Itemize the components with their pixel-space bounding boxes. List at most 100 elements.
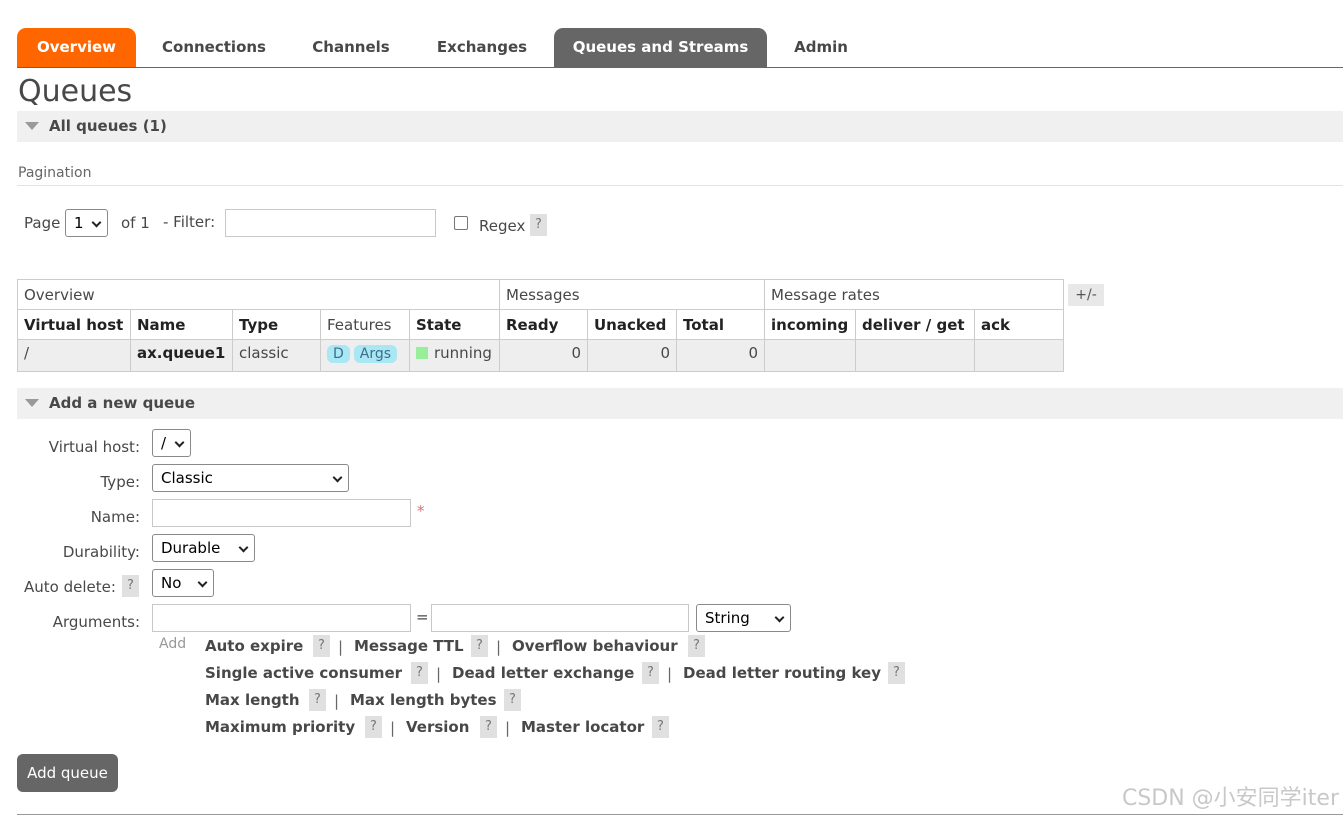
- cell-deliver-get: [855, 339, 975, 372]
- preset-auto-expire[interactable]: Auto expire: [205, 637, 303, 655]
- feature-durable-badge: D: [327, 345, 350, 363]
- separator: |: [338, 638, 344, 656]
- max-length-help-icon[interactable]: ?: [309, 689, 326, 711]
- add-label: Add: [159, 636, 187, 652]
- separator: |: [436, 665, 442, 683]
- argument-value-input[interactable]: [431, 604, 689, 632]
- virtual-host-select[interactable]: /: [152, 429, 191, 457]
- col-unacked[interactable]: Unacked: [587, 309, 677, 340]
- preset-version[interactable]: Version: [406, 718, 469, 736]
- filter-input[interactable]: [225, 209, 436, 237]
- main-nav: Overview Connections Channels Exchanges …: [17, 28, 1343, 68]
- message-ttl-help-icon[interactable]: ?: [471, 635, 488, 657]
- chevron-down-icon: [197, 577, 208, 588]
- page-title: Queues: [18, 74, 133, 109]
- group-header-overview: Overview: [17, 279, 500, 310]
- cell-incoming: [764, 339, 856, 372]
- chevron-down-icon: [174, 437, 185, 448]
- running-status-icon: [416, 347, 428, 359]
- auto-delete-label: Auto delete:: [24, 578, 116, 596]
- separator: |: [334, 692, 340, 710]
- tab-admin[interactable]: Admin: [774, 28, 868, 67]
- auto-delete-select[interactable]: No: [152, 569, 214, 597]
- collapse-triangle-icon: [25, 398, 39, 407]
- separator: |: [667, 665, 673, 683]
- queue-name-link[interactable]: ax.queue1: [130, 339, 233, 372]
- queue-type-select[interactable]: Classic: [152, 464, 349, 492]
- maximum-priority-help-icon[interactable]: ?: [365, 716, 382, 738]
- equals-sign: =: [416, 608, 429, 626]
- dead-letter-exchange-help-icon[interactable]: ?: [642, 662, 659, 684]
- durability-select-value: Durable: [161, 539, 221, 557]
- durability-select[interactable]: Durable: [152, 534, 255, 562]
- preset-dead-letter-routing-key[interactable]: Dead letter routing key: [683, 664, 881, 682]
- columns-toggle-button[interactable]: +/-: [1068, 284, 1104, 306]
- preset-single-active-consumer[interactable]: Single active consumer: [205, 664, 402, 682]
- separator: |: [390, 719, 396, 737]
- queue-name-input[interactable]: [152, 499, 411, 527]
- chevron-down-icon: [774, 612, 785, 623]
- arguments-label: Arguments:: [52, 613, 140, 631]
- tab-overview[interactable]: Overview: [17, 28, 136, 67]
- preset-max-length-bytes[interactable]: Max length bytes: [350, 691, 497, 709]
- master-locator-help-icon[interactable]: ?: [652, 716, 669, 738]
- regex-checkbox[interactable]: [454, 216, 468, 230]
- required-asterisk: *: [417, 502, 425, 520]
- dead-letter-routing-key-help-icon[interactable]: ?: [888, 662, 905, 684]
- queues-table: Overview Messages Message rates Virtual …: [17, 279, 1064, 372]
- auto-expire-help-icon[interactable]: ?: [313, 635, 330, 657]
- preset-master-locator[interactable]: Master locator: [521, 718, 644, 736]
- state-text: running: [434, 344, 492, 362]
- max-length-bytes-help-icon[interactable]: ?: [504, 689, 521, 711]
- argument-key-input[interactable]: [152, 604, 411, 632]
- col-type[interactable]: Type: [232, 309, 321, 340]
- separator: |: [496, 638, 502, 656]
- tab-queues-and-streams[interactable]: Queues and Streams: [554, 28, 767, 67]
- version-help-icon[interactable]: ?: [480, 716, 497, 738]
- col-name[interactable]: Name: [130, 309, 233, 340]
- table-row: / ax.queue1 classic D Args running 0 0 0: [17, 339, 1064, 372]
- filter-label: - Filter:: [163, 213, 216, 231]
- argument-type-select[interactable]: String: [696, 604, 791, 632]
- cell-type: classic: [232, 339, 321, 372]
- chevron-down-icon: [238, 542, 249, 553]
- tab-channels[interactable]: Channels: [293, 28, 409, 67]
- auto-delete-help-icon[interactable]: ?: [122, 575, 139, 597]
- col-total[interactable]: Total: [676, 309, 765, 340]
- cell-ack: [974, 339, 1064, 372]
- preset-overflow-behaviour[interactable]: Overflow behaviour: [512, 637, 678, 655]
- preset-dead-letter-exchange[interactable]: Dead letter exchange: [452, 664, 634, 682]
- col-ready[interactable]: Ready: [499, 309, 588, 340]
- chevron-down-icon: [332, 472, 343, 483]
- cell-state: running: [409, 339, 500, 372]
- queue-type-select-value: Classic: [161, 469, 213, 487]
- page-select[interactable]: 1: [65, 209, 108, 237]
- cell-ready: 0: [499, 339, 588, 372]
- add-queue-heading: Add a new queue: [49, 394, 196, 412]
- page-select-value: 1: [74, 214, 84, 232]
- col-ack[interactable]: ack: [974, 309, 1064, 340]
- group-header-message-rates: Message rates: [764, 279, 1064, 310]
- cell-unacked: 0: [587, 339, 677, 372]
- page-label: Page: [24, 214, 61, 232]
- name-label: Name:: [90, 508, 140, 526]
- preset-max-length[interactable]: Max length: [205, 691, 300, 709]
- all-queues-section-header[interactable]: All queues (1): [17, 111, 1343, 142]
- col-state[interactable]: State: [409, 309, 500, 340]
- separator: |: [505, 719, 511, 737]
- regex-help-icon[interactable]: ?: [530, 214, 547, 236]
- overflow-behaviour-help-icon[interactable]: ?: [688, 635, 705, 657]
- tab-connections[interactable]: Connections: [144, 28, 284, 67]
- col-virtual-host[interactable]: Virtual host: [17, 309, 131, 340]
- preset-maximum-priority[interactable]: Maximum priority: [205, 718, 355, 736]
- add-queue-button[interactable]: Add queue: [17, 754, 118, 792]
- tab-exchanges[interactable]: Exchanges: [417, 28, 547, 67]
- watermark: CSDN @小安同学iter: [1121, 786, 1339, 811]
- col-incoming[interactable]: incoming: [764, 309, 856, 340]
- preset-message-ttl[interactable]: Message TTL: [354, 637, 464, 655]
- add-queue-section-header[interactable]: Add a new queue: [17, 388, 1343, 419]
- type-label: Type:: [100, 473, 140, 491]
- cell-features: D Args: [320, 339, 410, 372]
- single-active-consumer-help-icon[interactable]: ?: [411, 662, 428, 684]
- col-deliver-get[interactable]: deliver / get: [855, 309, 975, 340]
